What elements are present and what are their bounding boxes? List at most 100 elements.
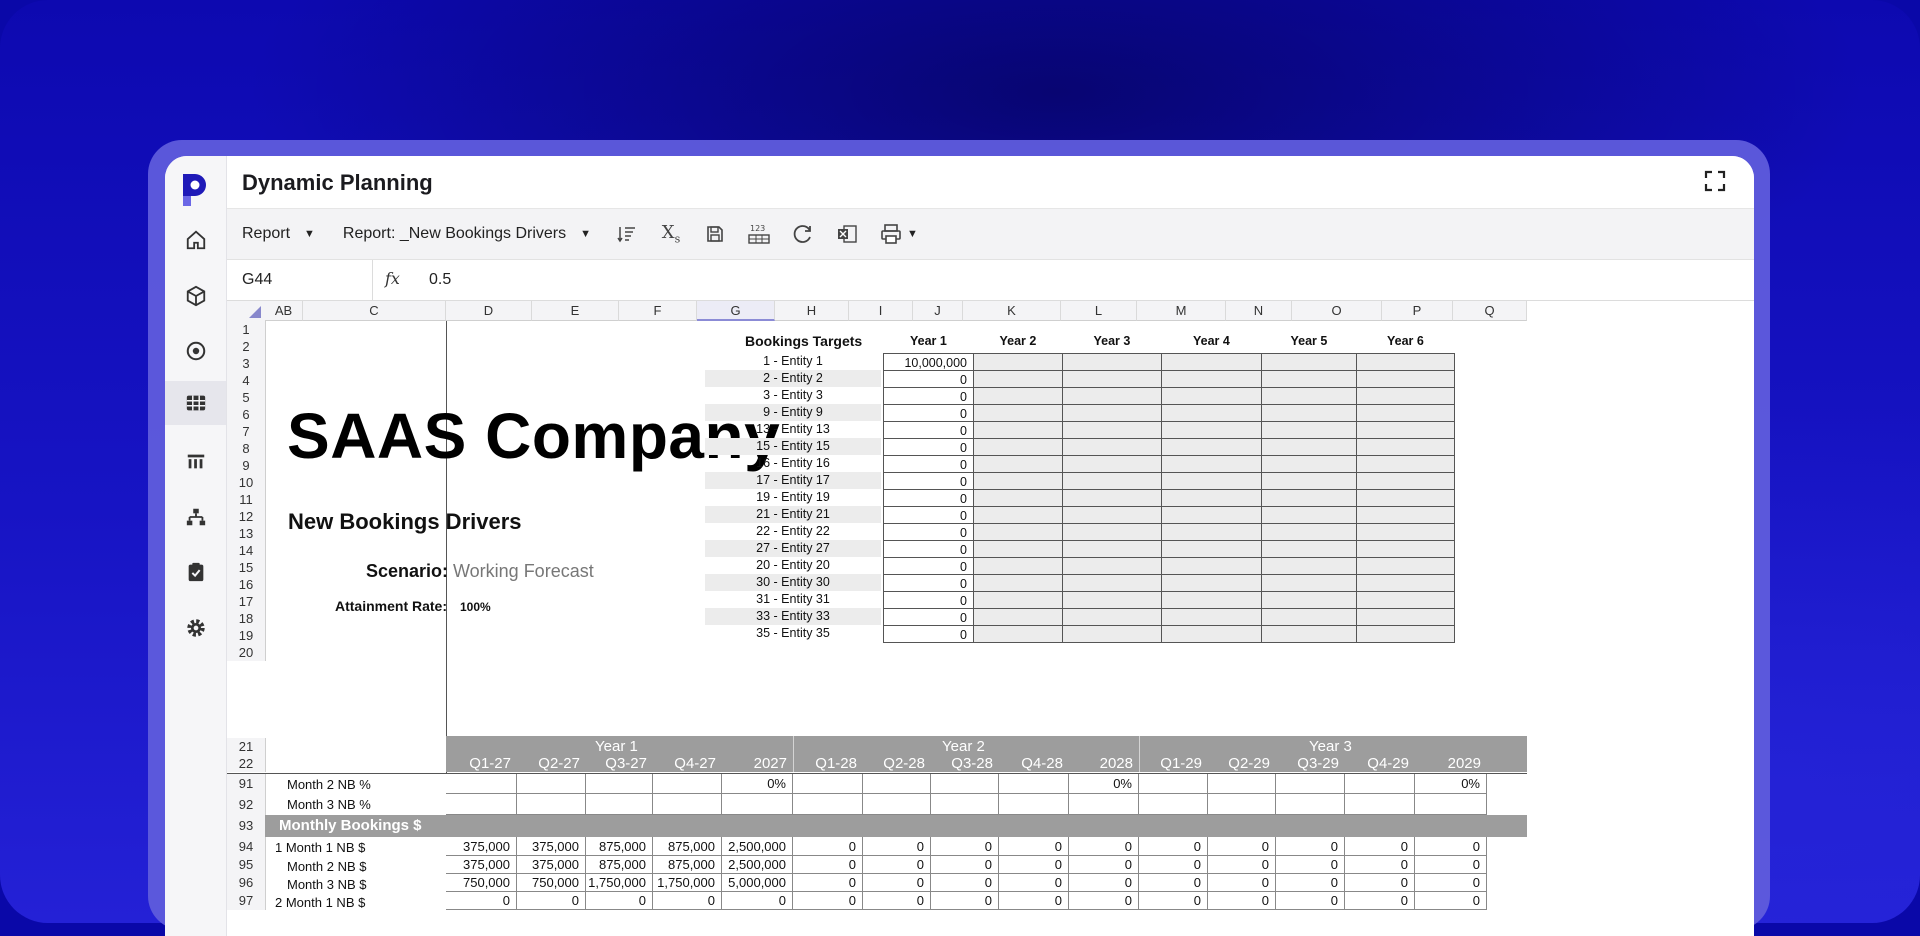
target-value-cell[interactable] <box>1161 455 1262 473</box>
target-value-cell[interactable] <box>1261 387 1357 405</box>
data-cell[interactable]: 0 <box>1069 874 1139 892</box>
target-value-cell[interactable] <box>1261 455 1357 473</box>
sort-list-icon[interactable] <box>613 220 641 248</box>
data-cell[interactable] <box>793 774 863 794</box>
data-cell[interactable] <box>517 774 586 794</box>
data-cell[interactable]: 0 <box>863 856 931 874</box>
row-header[interactable]: 7 <box>227 423 266 440</box>
target-value-cell[interactable] <box>1062 574 1162 592</box>
target-value-cell[interactable] <box>1356 438 1455 456</box>
target-value-cell[interactable] <box>1062 591 1162 609</box>
data-cell[interactable]: 0 <box>1345 856 1415 874</box>
target-value-cell[interactable] <box>1161 353 1262 371</box>
data-cell[interactable]: 0 <box>1415 892 1487 910</box>
target-value-cell[interactable]: 0 <box>883 574 974 592</box>
target-value-cell[interactable] <box>1261 421 1357 439</box>
data-cell[interactable] <box>863 794 931 815</box>
target-value-cell[interactable] <box>1356 523 1455 541</box>
column-header-n[interactable]: N <box>1226 301 1292 321</box>
row-header[interactable]: 11 <box>227 491 266 508</box>
target-value-cell[interactable] <box>1062 370 1162 388</box>
data-cell[interactable]: 0 <box>1276 856 1345 874</box>
data-cell[interactable]: 0 <box>931 856 999 874</box>
data-cell[interactable] <box>1345 794 1415 815</box>
grid-icon[interactable] <box>165 381 226 425</box>
target-value-cell[interactable]: 0 <box>883 455 974 473</box>
data-cell[interactable]: 2,500,000 <box>722 856 793 874</box>
row-header[interactable]: 95 <box>227 856 266 874</box>
save-icon[interactable] <box>701 220 729 248</box>
data-cell[interactable]: 875,000 <box>653 856 722 874</box>
target-value-cell[interactable] <box>1161 370 1262 388</box>
data-cell[interactable]: 0% <box>722 774 793 794</box>
data-cell[interactable]: 875,000 <box>586 856 653 874</box>
data-cell[interactable] <box>931 774 999 794</box>
data-cell[interactable]: 0 <box>1208 874 1276 892</box>
row-header[interactable]: 21 <box>227 738 266 755</box>
data-cell[interactable]: 0 <box>999 874 1069 892</box>
row-header[interactable]: 94 <box>227 837 266 856</box>
row-header[interactable]: 9 <box>227 457 266 474</box>
target-value-cell[interactable] <box>1062 489 1162 507</box>
row-header[interactable]: 91 <box>227 774 266 794</box>
print-icon[interactable] <box>877 220 905 248</box>
target-value-cell[interactable] <box>1356 557 1455 575</box>
target-value-cell[interactable] <box>1261 370 1357 388</box>
target-value-cell[interactable]: 0 <box>883 625 974 643</box>
data-cell[interactable] <box>1345 774 1415 794</box>
column-header-p[interactable]: P <box>1382 301 1453 321</box>
target-value-cell[interactable] <box>1161 540 1262 558</box>
home-icon[interactable] <box>165 218 226 262</box>
column-header-o[interactable]: O <box>1292 301 1382 321</box>
target-value-cell[interactable] <box>1356 591 1455 609</box>
data-cell[interactable] <box>517 794 586 815</box>
target-value-cell[interactable] <box>973 506 1063 524</box>
target-value-cell[interactable] <box>973 489 1063 507</box>
target-value-cell[interactable]: 0 <box>883 387 974 405</box>
data-cell[interactable]: 375,000 <box>517 856 586 874</box>
column-header-h[interactable]: H <box>775 301 849 321</box>
data-cell[interactable]: 875,000 <box>653 837 722 856</box>
data-cell[interactable]: 0 <box>1208 837 1276 856</box>
data-cell[interactable] <box>793 794 863 815</box>
fullscreen-icon[interactable] <box>1704 170 1726 192</box>
data-cell[interactable] <box>1276 794 1345 815</box>
gear-icon[interactable] <box>165 606 226 650</box>
target-value-cell[interactable] <box>973 404 1063 422</box>
target-value-cell[interactable] <box>1062 387 1162 405</box>
row-header[interactable]: 13 <box>227 525 266 542</box>
row-header[interactable]: 18 <box>227 610 266 627</box>
row-header[interactable]: 5 <box>227 389 266 406</box>
target-value-cell[interactable] <box>1161 489 1262 507</box>
target-value-cell[interactable] <box>1356 472 1455 490</box>
row-header[interactable]: 19 <box>227 627 266 644</box>
target-icon[interactable] <box>165 329 226 373</box>
data-cell[interactable] <box>1069 794 1139 815</box>
row-header[interactable]: 6 <box>227 406 266 423</box>
subscript-icon[interactable]: Xs <box>657 220 685 248</box>
target-value-cell[interactable] <box>1062 523 1162 541</box>
target-value-cell[interactable]: 0 <box>883 608 974 626</box>
target-value-cell[interactable] <box>1062 472 1162 490</box>
target-value-cell[interactable] <box>1261 353 1357 371</box>
building-icon[interactable] <box>165 439 226 483</box>
data-cell[interactable]: 0 <box>863 874 931 892</box>
data-cell[interactable]: 2,500,000 <box>722 837 793 856</box>
target-value-cell[interactable] <box>1161 625 1262 643</box>
target-value-cell[interactable] <box>973 353 1063 371</box>
data-cell[interactable]: 0 <box>793 874 863 892</box>
data-cell[interactable]: 0 <box>1415 856 1487 874</box>
data-cell[interactable]: 0 <box>999 856 1069 874</box>
target-value-cell[interactable]: 0 <box>883 540 974 558</box>
target-value-cell[interactable] <box>1161 591 1262 609</box>
target-value-cell[interactable] <box>1161 387 1262 405</box>
target-value-cell[interactable] <box>1261 523 1357 541</box>
target-value-cell[interactable] <box>973 608 1063 626</box>
target-value-cell[interactable] <box>1261 472 1357 490</box>
target-value-cell[interactable]: 0 <box>883 523 974 541</box>
target-value-cell[interactable] <box>1356 625 1455 643</box>
column-header-l[interactable]: L <box>1061 301 1137 321</box>
data-cell[interactable] <box>653 794 722 815</box>
row-header[interactable]: 14 <box>227 542 266 559</box>
data-cell[interactable]: 375,000 <box>446 837 517 856</box>
